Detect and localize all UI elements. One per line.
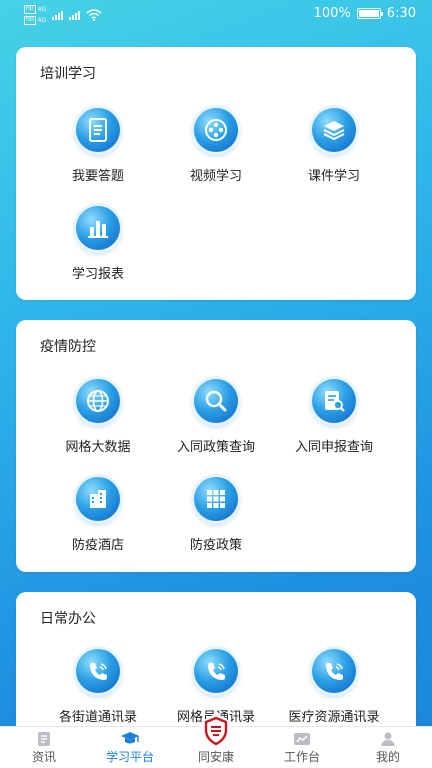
item-label: 防疫酒店 — [71, 538, 124, 553]
signal-bars-icon — [52, 10, 64, 20]
phone-icon — [312, 649, 356, 693]
document-icon — [76, 108, 120, 152]
status-bar: HD 4G HD 4G 100% 6:30 — [0, 0, 432, 28]
sim1-hd-label: HD — [24, 5, 36, 14]
battery-icon — [356, 8, 383, 19]
item-label: 我要答题 — [71, 169, 124, 184]
tab-label: 我的 — [375, 750, 400, 764]
section-title: 培训学习 — [40, 66, 96, 82]
epidemic-policy-button[interactable]: 防疫政策 — [156, 477, 276, 553]
item-label: 各街道通讯录 — [58, 710, 137, 725]
sim1-network-label: 4G — [37, 6, 47, 13]
entry-policy-query-button[interactable]: 入同政策查询 — [156, 379, 276, 455]
stack-books-icon — [312, 108, 356, 152]
section-title: 日常办公 — [40, 611, 96, 627]
entry-declaration-query-button[interactable]: 入同申报查询 — [274, 379, 394, 455]
video-learning-button[interactable]: 视频学习 — [156, 108, 276, 184]
street-contacts-button[interactable]: 各街道通讯录 — [38, 649, 158, 725]
tab-news[interactable]: 资讯 — [4, 729, 84, 765]
tab-label: 工作台 — [283, 750, 320, 764]
globe-icon — [76, 379, 120, 423]
grid-big-data-button[interactable]: 网格大数据 — [38, 379, 158, 455]
answer-questions-button[interactable]: 我要答题 — [38, 108, 158, 184]
film-reel-icon — [194, 108, 238, 152]
medical-contacts-button[interactable]: 医疗资源通讯录 — [274, 649, 394, 725]
grid-icon — [194, 477, 238, 521]
trend-icon — [262, 729, 342, 747]
tab-workbench[interactable]: 工作台 — [262, 729, 342, 765]
section-epidemic-card: 疫情防控 网格大数据 入同政策查询 入同申报查询 防疫酒店 防疫政策 — [16, 320, 416, 572]
news-icon — [4, 729, 84, 747]
item-label: 课件学习 — [307, 169, 360, 184]
section-title: 疫情防控 — [40, 339, 96, 355]
doc-search-icon — [312, 379, 356, 423]
bar-chart-icon — [76, 206, 120, 250]
sim2-indicator: HD 4G — [24, 16, 46, 25]
item-label: 学习报表 — [71, 267, 124, 282]
phone-icon — [194, 649, 238, 693]
shield-badge-icon[interactable] — [199, 714, 233, 748]
section-training-card: 培训学习 我要答题 视频学习 课件学习 学习报表 — [16, 47, 416, 300]
tab-label: 资讯 — [31, 750, 56, 764]
tab-mine[interactable]: 我的 — [348, 729, 428, 765]
sim2-network-label: 4G — [37, 17, 47, 24]
sim2-hd-label: HD — [24, 16, 36, 25]
phone-icon — [76, 649, 120, 693]
tab-label: 同安康 — [197, 750, 234, 764]
tab-learning-platform[interactable]: 学习平台 — [90, 729, 170, 765]
item-label: 入同政策查询 — [176, 440, 255, 455]
study-report-button[interactable]: 学习报表 — [38, 206, 158, 282]
graduation-cap-icon — [90, 729, 170, 747]
item-label: 医疗资源通讯录 — [288, 710, 380, 725]
search-icon — [194, 379, 238, 423]
item-label: 网格大数据 — [65, 440, 131, 455]
item-label: 入同申报查询 — [294, 440, 373, 455]
courseware-learning-button[interactable]: 课件学习 — [274, 108, 394, 184]
user-icon — [348, 729, 428, 747]
clock: 6:30 — [386, 6, 416, 21]
tab-label: 学习平台 — [105, 750, 154, 764]
building-icon — [76, 477, 120, 521]
item-label: 防疫政策 — [189, 538, 242, 553]
wifi-icon — [86, 9, 102, 21]
item-label: 视频学习 — [189, 169, 242, 184]
signal-bars-icon — [69, 10, 81, 20]
quarantine-hotel-button[interactable]: 防疫酒店 — [38, 477, 158, 553]
sim1-indicator: HD 4G — [24, 5, 46, 14]
battery-percent: 100% — [313, 6, 351, 21]
signal-indicators: HD 4G HD 4G — [24, 5, 102, 25]
